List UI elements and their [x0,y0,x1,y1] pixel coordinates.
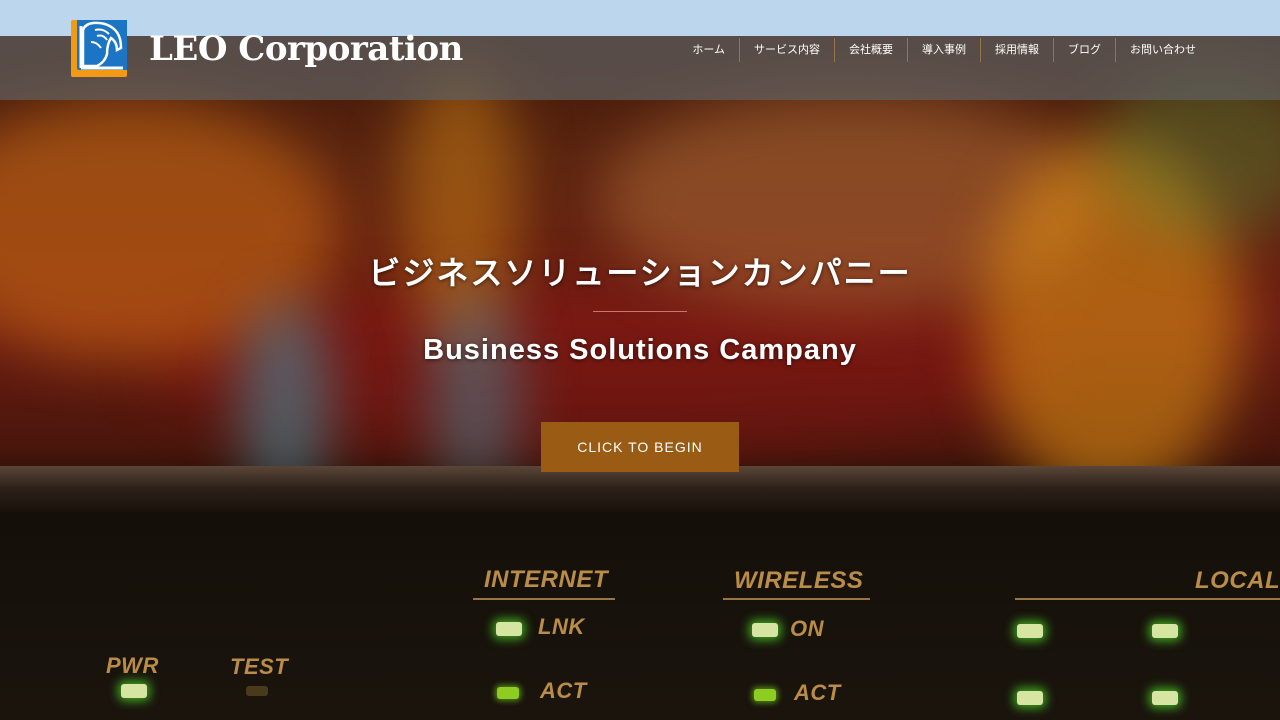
click-to-begin-button[interactable]: CLICK TO BEGIN [541,422,739,472]
led-indicator [754,689,776,701]
hero-divider [593,311,687,312]
background-blur [430,290,520,490]
nav-item-contact[interactable]: お問い合わせ [1115,38,1210,62]
nav-item-home[interactable]: ホーム [678,38,739,62]
device-top-edge [0,466,1280,514]
panel-label-local: LOCAL [1195,567,1280,594]
led-indicator [1152,624,1178,638]
panel-label-lnk: LNK [538,614,585,639]
led-indicator [121,684,147,698]
led-indicator [497,687,519,699]
nav-item-services[interactable]: サービス内容 [739,38,834,62]
led-indicator [246,686,268,696]
device-front-panel: INTERNET WIRELESS LOCAL LNK ON ACT ACT P… [0,512,1280,720]
panel-label-test: TEST [230,654,289,679]
panel-label-wireless: WIRELESS [734,567,864,594]
led-indicator [496,622,522,636]
hero-title: ビジネスソリューションカンパニー [368,255,912,291]
brand-name: LEO Corporation [149,28,463,69]
panel-label-internet: INTERNET [484,566,608,593]
nav-item-blog[interactable]: ブログ [1053,38,1115,62]
main-nav: ホーム サービス内容 会社概要 導入事例 採用情報 ブログ お問い合わせ [678,38,1210,62]
nav-item-company[interactable]: 会社概要 [834,38,907,62]
panel-label-on: ON [790,616,824,641]
panel-underline [473,598,615,600]
led-indicator [1017,691,1043,705]
nav-item-recruit[interactable]: 採用情報 [980,38,1053,62]
led-indicator [1152,691,1178,705]
panel-underline [723,598,870,600]
panel-label-act: ACT [794,680,841,705]
hero-subtitle: Business Solutions Campany [423,334,857,366]
led-indicator [1017,624,1043,638]
brand-logo[interactable]: LEO Corporation [71,20,463,77]
led-indicator [752,623,778,637]
lion-logo-icon [71,20,127,77]
panel-underline [1015,598,1280,600]
panel-label-act: ACT [540,678,587,703]
nav-item-cases[interactable]: 導入事例 [907,38,980,62]
panel-label-pwr: PWR [106,653,159,678]
